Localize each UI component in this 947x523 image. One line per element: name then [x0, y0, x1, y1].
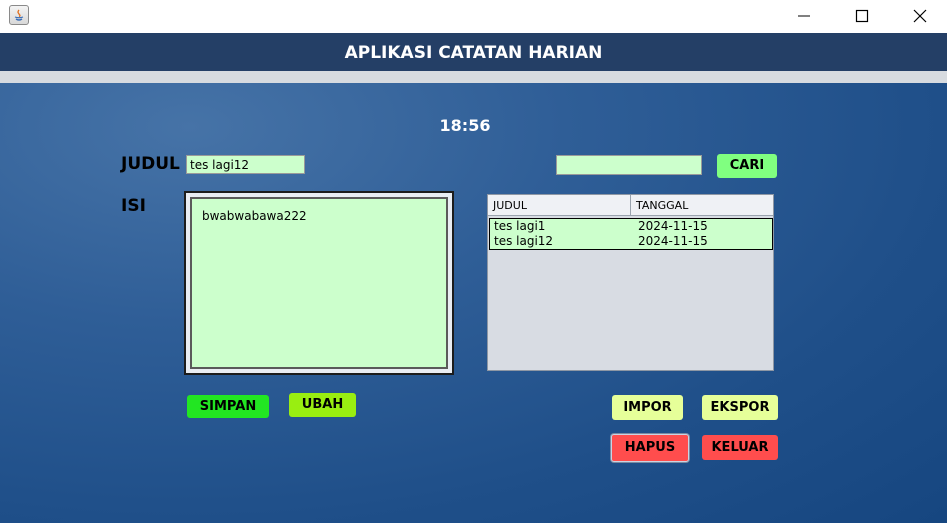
ekspor-button[interactable]: EKSPOR	[702, 395, 778, 420]
minimize-icon	[798, 15, 810, 17]
isi-textarea[interactable]: bwabwabawa222	[190, 197, 448, 369]
cari-button[interactable]: CARI	[717, 154, 777, 178]
app-header: APLIKASI CATATAN HARIAN	[0, 33, 947, 71]
keluar-button[interactable]: KELUAR	[702, 435, 778, 460]
column-header-judul[interactable]: JUDUL	[488, 195, 631, 215]
clock-label: 18:56	[439, 116, 491, 135]
close-button[interactable]	[891, 0, 947, 33]
close-icon	[913, 9, 927, 23]
hapus-button[interactable]: HAPUS	[611, 434, 689, 462]
judul-label: JUDUL	[121, 154, 180, 174]
isi-textarea-frame: bwabwabawa222	[184, 191, 454, 375]
ubah-button[interactable]: UBAH	[289, 393, 356, 417]
isi-label: ISI	[121, 196, 146, 216]
cell-judul: tes lagi12	[494, 234, 554, 248]
cell-judul: tes lagi1	[494, 219, 546, 233]
cell-tanggal: 2024-11-15	[638, 219, 708, 233]
minimize-button[interactable]	[775, 0, 833, 33]
window-titlebar	[0, 0, 947, 33]
notes-table[interactable]: JUDUL TANGGAL tes lagi1 2024-11-15 tes l…	[487, 194, 774, 371]
cell-tanggal: 2024-11-15	[638, 234, 708, 248]
search-input[interactable]	[556, 155, 702, 175]
header-divider	[0, 71, 947, 83]
column-header-tanggal[interactable]: TANGGAL	[631, 195, 773, 215]
impor-button[interactable]: IMPOR	[612, 395, 683, 420]
table-header: JUDUL TANGGAL	[488, 195, 773, 216]
table-row[interactable]: tes lagi1 2024-11-15	[490, 219, 772, 234]
java-icon	[9, 5, 29, 25]
simpan-button[interactable]: SIMPAN	[187, 395, 269, 418]
main-panel: 18:56 JUDUL tes lagi12 CARI ISI bwabwaba…	[0, 83, 947, 523]
maximize-icon	[855, 9, 869, 23]
table-body: tes lagi1 2024-11-15 tes lagi12 2024-11-…	[489, 218, 773, 250]
judul-input[interactable]: tes lagi12	[186, 155, 305, 174]
table-row[interactable]: tes lagi12 2024-11-15	[490, 234, 772, 249]
app-title: APLIKASI CATATAN HARIAN	[344, 43, 603, 63]
maximize-button[interactable]	[833, 0, 891, 33]
